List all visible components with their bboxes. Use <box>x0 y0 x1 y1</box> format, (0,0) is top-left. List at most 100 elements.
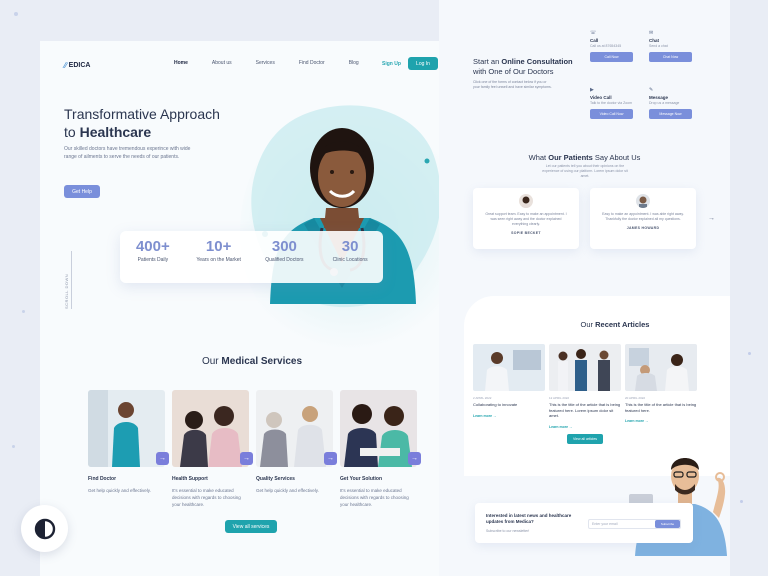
consult-description: Click one of the forms of contact below … <box>473 80 552 89</box>
service-card-find-doctor[interactable]: → Find Doctor Get help quickly and effec… <box>88 390 169 508</box>
view-all-articles-button[interactable]: View all articles <box>567 434 603 444</box>
service-card-health-support[interactable]: → Health Support It's essential to make … <box>172 390 253 508</box>
testimonial-author: JAMES HOWARD <box>626 226 660 230</box>
article-image <box>549 344 621 391</box>
testimonials-sub: Let our patients tell you about their op… <box>542 164 628 178</box>
view-all-services-button[interactable]: View all services <box>225 520 277 533</box>
arrow-right-icon[interactable]: → <box>324 452 337 465</box>
consult-message: ✎ Message Drop us a message Message Now <box>649 87 693 119</box>
article-title: This is the title of the article that is… <box>549 402 621 418</box>
landing-page-main: ⁄∕ EDICA Home About us Services Find Doc… <box>40 41 464 576</box>
stat-value: 400+ <box>135 238 170 255</box>
avatar <box>636 194 650 208</box>
logo-text: EDICA <box>68 61 91 69</box>
scroll-down-indicator[interactable]: SCROLL DOWN <box>64 251 72 309</box>
service-title: Get Your Solution <box>340 476 383 482</box>
articles-title-prefix: Our <box>580 320 596 329</box>
testimonial-quote: Easy to make an appointment. I was able … <box>602 212 684 221</box>
arrow-right-icon[interactable]: → <box>408 452 421 465</box>
service-description: Get help quickly and effectively. <box>88 488 151 493</box>
signup-link[interactable]: Sign Up <box>382 61 401 67</box>
learn-more-label: Learn more <box>473 413 493 418</box>
article-title: Collaborating to innovate <box>473 402 518 407</box>
theme-toggle-button[interactable] <box>21 505 68 552</box>
nav-link-about[interactable]: About us <box>212 60 232 66</box>
hero-title-line1: Transformative Approach <box>64 106 220 122</box>
hero-description: Our skilled doctors have tremendous expe… <box>64 146 191 160</box>
service-card-get-solution[interactable]: → Get Your Solution It's essential to ma… <box>340 390 421 508</box>
testimonials-title-bold: Our Patients <box>548 153 593 162</box>
consult-title-prefix: Start an <box>473 57 502 66</box>
contrast-icon <box>34 518 55 539</box>
hero-title: Transformative Approach to Healthcare <box>64 105 220 141</box>
testimonial-card: Great support team. Easy to make an appo… <box>473 188 579 249</box>
article-card[interactable]: 20 APRIL 2022 This is the title of the a… <box>625 344 697 423</box>
service-image <box>340 390 417 467</box>
service-title: Quality Services <box>256 476 295 482</box>
article-image <box>625 344 697 391</box>
article-card[interactable]: 2 APRIL 2022 Collaborating to innovate L… <box>473 344 545 418</box>
consult-option-title: Chat <box>649 38 659 43</box>
service-image <box>88 390 165 467</box>
article-title: This is the title of the article that is… <box>625 402 697 413</box>
message-icon: ✎ <box>649 87 654 93</box>
service-description: Get help quickly and effectively. <box>256 488 319 493</box>
stat-value: 10+ <box>205 238 232 255</box>
stat-label: Patients Daily <box>137 257 169 263</box>
logo-mark-icon: ⁄∕ <box>64 60 67 70</box>
learn-more-link[interactable]: Learn more → <box>549 425 621 429</box>
login-button[interactable]: Log In <box>408 57 438 70</box>
consult-call: ☏ Call Call us at 87654345 Call Now <box>590 30 634 62</box>
nav-link-blog[interactable]: Blog <box>349 60 359 66</box>
stat-patients: 400+ Patients Daily <box>120 238 186 283</box>
article-image <box>473 344 545 391</box>
testimonial-quote: Great support team. Easy to make an appo… <box>485 212 567 226</box>
call-now-button[interactable]: Call Now <box>590 52 633 62</box>
arrow-right-icon[interactable]: → <box>240 452 253 465</box>
newsletter-title: Interested in latest news and healthcare… <box>486 513 572 524</box>
stat-locations: 30 Clinic Locations <box>317 238 383 283</box>
consult-option-sub: Send a chat <box>649 44 668 48</box>
chat-now-button[interactable]: Chat Now <box>649 52 692 62</box>
nav-link-find-doctor[interactable]: Find Doctor <box>299 60 325 66</box>
service-description: It's essential to make educated decision… <box>340 488 409 507</box>
stat-value: 300 <box>271 238 297 255</box>
service-image <box>172 390 249 467</box>
avatar <box>519 194 533 208</box>
landing-page-secondary: Start an Online Consultation with One of… <box>439 0 730 576</box>
stat-value: 30 <box>341 238 359 255</box>
services-title-bold: Medical Services <box>221 356 303 367</box>
logo[interactable]: ⁄∕ EDICA <box>64 61 90 70</box>
testimonial-author: SOPIE BECKET <box>511 231 541 235</box>
testimonial-card: Easy to make an appointment. I was able … <box>590 188 696 249</box>
learn-more-link[interactable]: Learn more → <box>625 419 697 423</box>
hero-title-prefix: to <box>64 124 80 140</box>
service-card-quality-services[interactable]: → Quality Services Get help quickly and … <box>256 390 337 508</box>
article-date: 20 APRIL 2022 <box>625 396 646 400</box>
video-call-now-button[interactable]: Video Call Now <box>590 109 633 119</box>
consult-title-bold: Online Consultation <box>501 57 573 66</box>
newsletter-box: Interested in latest news and healthcare… <box>475 503 693 543</box>
nav-link-home[interactable]: Home <box>174 60 188 66</box>
arrow-right-icon[interactable]: → <box>708 215 715 222</box>
stat-label: Years on the Market <box>196 257 241 263</box>
testimonials-title: What Our Patients Say About Us <box>439 153 730 162</box>
articles-title-bold: Recent Articles <box>595 320 650 329</box>
nav-link-services[interactable]: Services <box>256 60 275 66</box>
nav-links: Home About us Services Find Doctor Blog <box>174 60 383 66</box>
stat-label: Clinic Locations <box>332 257 368 263</box>
articles-title: Our Recent Articles <box>439 320 730 329</box>
arrow-right-icon[interactable]: → <box>156 452 169 465</box>
top-nav: ⁄∕ EDICA Home About us Services Find Doc… <box>64 57 440 73</box>
message-now-button[interactable]: Message Now <box>649 109 692 119</box>
subscribe-button[interactable]: Subscribe <box>655 520 680 528</box>
get-help-button[interactable]: Get Help <box>64 185 100 198</box>
learn-more-label: Learn more <box>549 424 569 429</box>
services-title: Our Medical Services <box>40 356 464 367</box>
consult-chat: ✉ Chat Send a chat Chat Now <box>649 30 693 62</box>
learn-more-link[interactable]: Learn more → <box>473 414 545 418</box>
consult-title: Start an Online Consultation with One of… <box>473 57 573 77</box>
services-cards: → Find Doctor Get help quickly and effec… <box>88 390 421 508</box>
article-card[interactable]: 12 APRIL 2022 This is the title of the a… <box>549 344 621 429</box>
chat-icon: ✉ <box>649 30 654 36</box>
